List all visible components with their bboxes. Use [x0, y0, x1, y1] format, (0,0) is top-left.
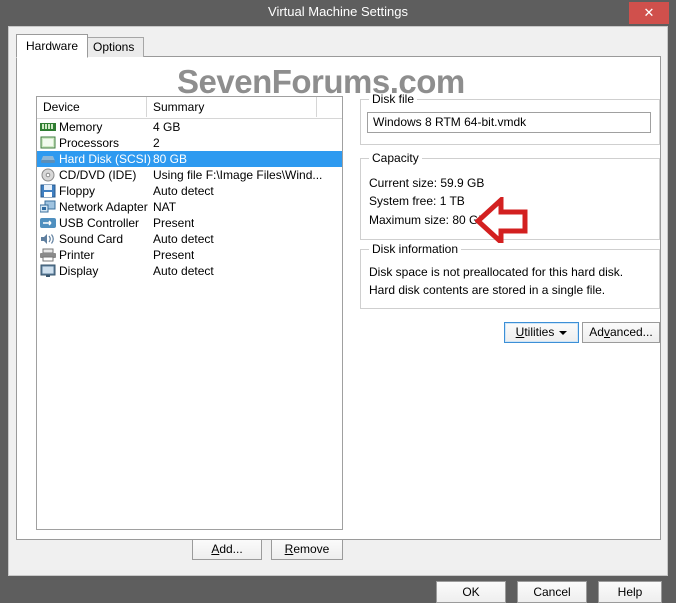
disk-information-line-1: Disk space is not preallocated for this … [369, 265, 624, 279]
sound-card-icon [40, 232, 56, 246]
capacity-maximum-size: Maximum size: 80 GB [369, 213, 487, 227]
floppy-icon [40, 184, 56, 198]
device-name: USB Controller [59, 216, 140, 230]
device-summary: 2 [153, 136, 160, 150]
dialog-client-area: Hardware Options SevenForums.com Device … [8, 26, 668, 603]
help-button[interactable]: Help [598, 581, 662, 603]
usb-icon [40, 216, 56, 230]
column-header-blank[interactable] [317, 97, 342, 117]
device-summary: Auto detect [153, 232, 214, 246]
ok-button[interactable]: OK [436, 581, 506, 603]
advanced-button[interactable]: Advanced... [582, 322, 660, 343]
device-summary: Present [153, 216, 195, 230]
disk-information-group: Disk information [360, 242, 660, 309]
harddisk-icon [40, 152, 56, 166]
device-row[interactable]: Memory 4 GB [37, 119, 342, 135]
close-icon[interactable]: ✕ [629, 2, 669, 24]
device-name: Hard Disk (SCSI) [59, 152, 152, 166]
remove-button[interactable]: Remove [271, 539, 343, 560]
capacity-system-free: System free: 1 TB [369, 194, 465, 208]
device-row[interactable]: Sound Card Auto detect [37, 231, 342, 247]
add-button[interactable]: Add... [192, 539, 262, 560]
processor-icon [40, 136, 56, 150]
cddvd-icon [40, 168, 56, 182]
device-name: Network Adapter [59, 200, 148, 214]
tab-hardware[interactable]: Hardware [16, 34, 89, 58]
device-name: Sound Card [59, 232, 124, 246]
device-summary: Auto detect [153, 264, 214, 278]
device-summary: Using file F:\Image Files\Wind... [153, 168, 323, 182]
device-list[interactable]: Device Summary Memory 4 GB Processors 2 Hard… [36, 96, 343, 530]
capacity-current-size: Current size: 59.9 GB [369, 176, 485, 190]
window-title: Virtual Machine Settings [268, 4, 408, 19]
display-icon [40, 264, 56, 278]
tab-options[interactable]: Options [83, 37, 145, 57]
device-name: CD/DVD (IDE) [59, 168, 137, 182]
memory-icon [40, 120, 56, 134]
network-adapter-icon [39, 200, 56, 214]
device-name: Memory [59, 120, 103, 134]
device-summary: Present [153, 248, 195, 262]
device-name: Display [59, 264, 99, 278]
column-header-device[interactable]: Device [37, 97, 147, 117]
device-summary: Auto detect [153, 184, 214, 198]
device-name: Printer [59, 248, 95, 262]
device-row[interactable]: Processors 2 [37, 135, 342, 151]
device-summary: 4 GB [153, 120, 181, 134]
device-name: Processors [59, 136, 120, 150]
virtual-machine-settings-window: Virtual Machine Settings ✕ Hardware Opti… [0, 0, 676, 603]
printer-icon [40, 248, 56, 262]
utilities-button[interactable]: Utilities [504, 322, 579, 343]
device-row[interactable]: USB Controller Present [37, 215, 342, 231]
device-row[interactable]: Floppy Auto detect [37, 183, 342, 199]
device-summary: NAT [153, 200, 177, 214]
device-row[interactable]: Printer Present [37, 247, 342, 263]
disk-file-input[interactable]: Windows 8 RTM 64-bit.vmdk [367, 112, 651, 133]
chevron-down-icon [559, 330, 568, 335]
device-row[interactable]: Network Adapter NAT [37, 199, 342, 215]
device-name: Floppy [59, 184, 96, 198]
device-summary: 80 GB [153, 152, 188, 166]
disk-information-legend: Disk information [369, 242, 462, 256]
title-bar: Virtual Machine Settings ✕ [0, 0, 676, 26]
capacity-legend: Capacity [369, 151, 422, 165]
device-rows-container: Memory 4 GB Processors 2 Hard Disk (SCSI) 80 … [37, 119, 342, 279]
device-row[interactable]: CD/DVD (IDE) Using file F:\Image Files\Wi… [37, 167, 342, 183]
device-row[interactable]: Display Auto detect [37, 263, 342, 279]
device-list-header: Device Summary [37, 97, 342, 119]
disk-information-line-2: Hard disk contents are stored in a singl… [369, 283, 606, 297]
disk-file-legend: Disk file [369, 92, 418, 106]
column-header-summary[interactable]: Summary [147, 97, 317, 117]
cancel-button[interactable]: Cancel [517, 581, 587, 603]
device-row[interactable]: Hard Disk (SCSI) 80 GB [37, 151, 342, 167]
